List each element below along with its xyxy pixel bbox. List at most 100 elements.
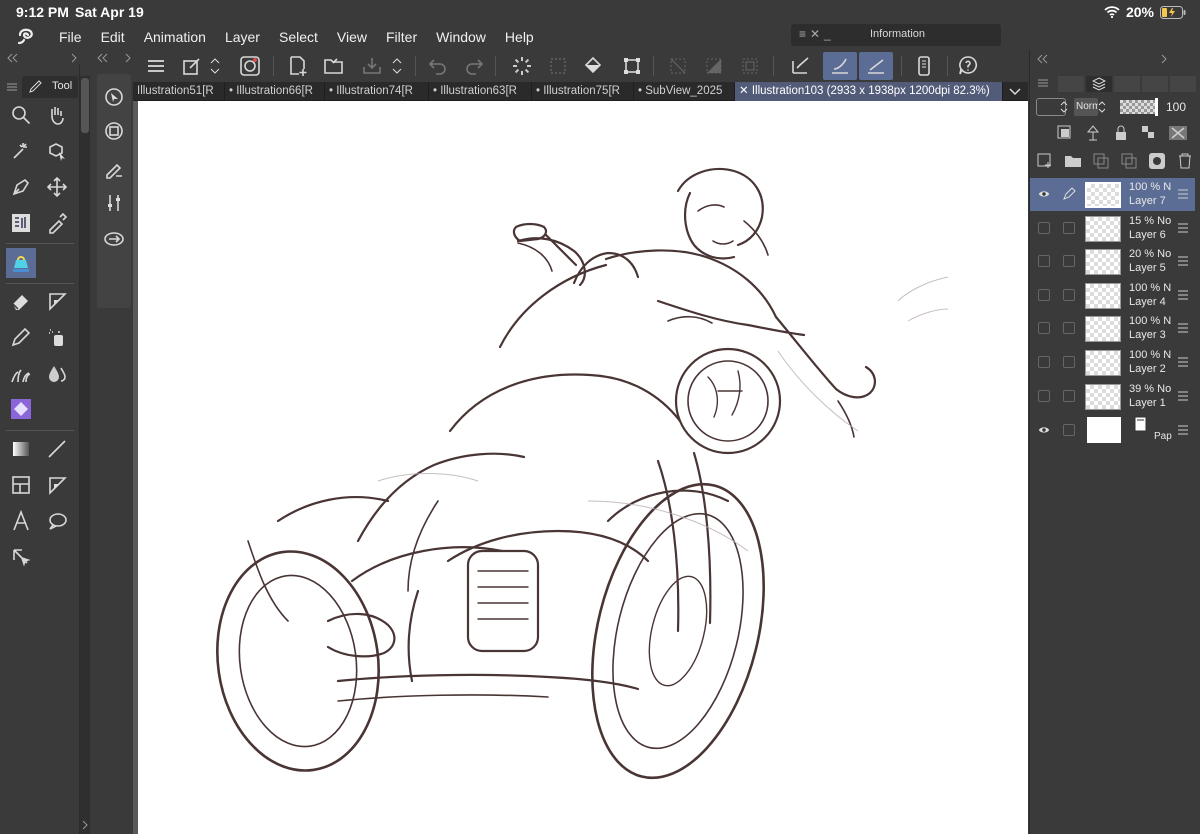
- panel-menu-icon[interactable]: [1038, 78, 1048, 88]
- selection-tool-1[interactable]: [663, 52, 693, 80]
- move-tool[interactable]: [42, 172, 72, 202]
- snap-grid-button[interactable]: [859, 52, 893, 80]
- up-down-chevron-icon[interactable]: [1098, 100, 1106, 114]
- layer-row[interactable]: 100 % N Layer 2: [1030, 346, 1195, 379]
- drag-handle-icon[interactable]: [1178, 222, 1188, 234]
- close-tab-icon[interactable]: ✕: [739, 85, 752, 97]
- eye-hidden-icon[interactable]: [1038, 322, 1050, 334]
- lock-transparency-icon[interactable]: [1140, 124, 1158, 142]
- brush-settings-button[interactable]: [99, 154, 129, 184]
- fill-selection-button[interactable]: [579, 52, 609, 80]
- menu-edit[interactable]: Edit: [101, 29, 134, 45]
- menu-window[interactable]: Window: [436, 29, 495, 45]
- document-tab[interactable]: • SubView_2025: [634, 82, 735, 101]
- opacity-slider[interactable]: [1120, 98, 1158, 116]
- tool-tab[interactable]: Tool: [22, 76, 78, 98]
- eyedropper-tool[interactable]: [42, 208, 72, 238]
- expand-subtool-icon[interactable]: [124, 53, 132, 63]
- layer-row[interactable]: 100 % N Layer 4: [1030, 279, 1195, 312]
- drag-handle-icon[interactable]: [1178, 322, 1188, 334]
- menu-layer[interactable]: Layer: [225, 29, 269, 45]
- layer-lock-box[interactable]: [1063, 255, 1075, 267]
- scroll-thumb[interactable]: [81, 78, 89, 133]
- new-raster-layer-icon[interactable]: [1036, 152, 1054, 170]
- hamburger-button[interactable]: [141, 52, 171, 80]
- lock-icon[interactable]: [1112, 124, 1130, 142]
- eye-hidden-icon[interactable]: [1038, 289, 1050, 301]
- eye-hidden-icon[interactable]: [1038, 390, 1050, 402]
- transfer-down-icon[interactable]: [1092, 152, 1110, 170]
- redo-button[interactable]: [459, 52, 489, 80]
- save-button[interactable]: [357, 52, 387, 80]
- menu-animation[interactable]: Animation: [144, 29, 215, 45]
- document-tab[interactable]: • Illustration66[R: [225, 82, 325, 101]
- new-folder-icon[interactable]: [1064, 152, 1082, 170]
- opacity-value[interactable]: 100: [1166, 100, 1186, 114]
- snap-ruler-button[interactable]: [785, 52, 815, 80]
- undo-button[interactable]: [423, 52, 453, 80]
- document-tab-active[interactable]: ✕ Illustration103 (2933 x 1938px 1200dpi…: [735, 82, 1003, 101]
- tool-palette-scrollbar[interactable]: [80, 76, 90, 834]
- selection-tool-2[interactable]: [699, 52, 729, 80]
- reference-layer-icon[interactable]: [1084, 124, 1102, 142]
- line-tool[interactable]: [42, 434, 72, 464]
- clip-layer-icon[interactable]: [1056, 124, 1074, 142]
- panel-tab-material[interactable]: [1114, 76, 1140, 92]
- zoom-tool[interactable]: [6, 100, 36, 130]
- object-tool[interactable]: [42, 136, 72, 166]
- help-button[interactable]: [953, 52, 983, 80]
- paper-layer-row[interactable]: Pap: [1030, 412, 1195, 450]
- eye-hidden-icon[interactable]: [1038, 356, 1050, 368]
- menu-filter[interactable]: Filter: [386, 29, 426, 45]
- drag-handle-icon[interactable]: [1178, 390, 1188, 402]
- stepper-button[interactable]: [207, 52, 223, 80]
- ruler-tool[interactable]: [42, 470, 72, 500]
- layer-lock-box[interactable]: [1063, 289, 1075, 301]
- material-tool[interactable]: [6, 208, 36, 238]
- document-tab[interactable]: Illustration51[R: [133, 82, 225, 101]
- panel-tab-color[interactable]: [1058, 76, 1084, 92]
- snap-special-ruler-button[interactable]: [823, 52, 857, 80]
- frame-tool[interactable]: [6, 470, 36, 500]
- balloon-tool[interactable]: [42, 506, 72, 536]
- drag-handle-icon[interactable]: [1178, 255, 1188, 267]
- eye-visible-icon[interactable]: [1038, 424, 1050, 436]
- up-down-chevron-icon[interactable]: [1060, 100, 1068, 114]
- merge-down-icon[interactable]: [1120, 152, 1138, 170]
- menu-view[interactable]: View: [337, 29, 376, 45]
- drag-handle-icon[interactable]: [1178, 289, 1188, 301]
- rotate-view-button[interactable]: [99, 82, 129, 112]
- drag-handle-icon[interactable]: [1178, 356, 1188, 368]
- app-logo-icon[interactable]: [16, 27, 38, 47]
- panel-tab-navigator[interactable]: [1142, 76, 1168, 92]
- collapse-left-icon[interactable]: [6, 53, 18, 63]
- document-tab[interactable]: • Illustration75[R: [532, 82, 634, 101]
- layer-row[interactable]: 20 % No Layer 5: [1030, 245, 1195, 278]
- expand-right-icon[interactable]: [1160, 54, 1168, 64]
- panel-tab-extra[interactable]: [1170, 76, 1196, 92]
- opacity-slider-thumb[interactable]: [1155, 98, 1158, 116]
- auto-select-tool[interactable]: [6, 136, 36, 166]
- blend-tool[interactable]: [42, 358, 72, 388]
- layer-lock-box[interactable]: [1063, 424, 1075, 436]
- hand-tool[interactable]: [42, 100, 72, 130]
- menu-help[interactable]: Help: [505, 29, 543, 45]
- decoration-tool[interactable]: [6, 358, 36, 388]
- layer-row[interactable]: 100 % N Layer 3: [1030, 312, 1195, 345]
- open-button[interactable]: [319, 52, 349, 80]
- fill-tool-selected[interactable]: [6, 248, 36, 278]
- panel-controls-icon[interactable]: ≡✕_: [799, 27, 835, 41]
- create-mask-icon[interactable]: [1148, 152, 1166, 170]
- figure-tool[interactable]: [42, 286, 72, 316]
- selection-tool-3[interactable]: [735, 52, 765, 80]
- eraser-tool[interactable]: [6, 286, 36, 316]
- menu-select[interactable]: Select: [279, 29, 327, 45]
- new-canvas-button[interactable]: [283, 52, 313, 80]
- blend-mode-select[interactable]: Norm: [1074, 98, 1098, 116]
- layer-lock-box[interactable]: [1063, 222, 1075, 234]
- correct-line-tool[interactable]: [6, 542, 36, 572]
- document-tab[interactable]: • Illustration74[R: [325, 82, 429, 101]
- information-panel[interactable]: ≡✕_ Information: [791, 24, 1001, 46]
- tab-overflow-chevron-icon[interactable]: [1009, 87, 1021, 96]
- drawing-canvas[interactable]: [138, 101, 1028, 834]
